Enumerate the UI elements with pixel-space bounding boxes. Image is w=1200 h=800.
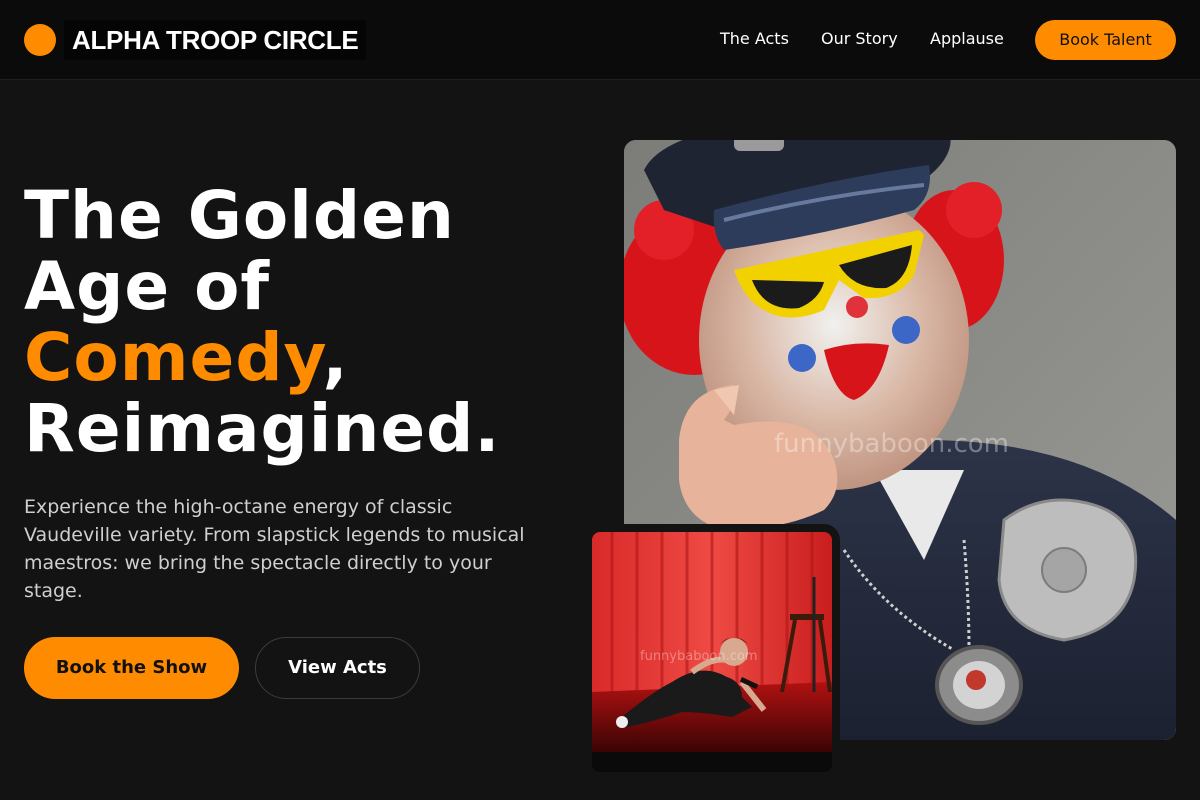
nav-link-applause[interactable]: Applause [930,28,1004,50]
nav-link-our-story[interactable]: Our Story [821,28,898,50]
hero-inset-photo: funnybaboon.com [592,532,832,772]
headline-accent-word: Comedy [24,319,323,396]
view-acts-button[interactable]: View Acts [255,637,420,699]
brand-name[interactable]: ALPHA TROOP CIRCLE [64,20,367,60]
headline-line-2: Age of [24,248,271,325]
book-the-show-button[interactable]: Book the Show [24,637,239,699]
main-photo-watermark: funnybaboon.com [774,429,1009,459]
stage-comedian-image: funnybaboon.com [592,532,832,772]
hero-description: Experience the high-octane energy of cla… [24,496,525,602]
headline-line-4: Reimagined. [24,390,501,467]
headline-comma: , [322,319,349,396]
nav-link-the-acts[interactable]: The Acts [720,28,789,50]
circle-logo-icon[interactable] [24,24,56,56]
top-navbar: ALPHA TROOP CIRCLE The Acts Our Story Ap… [0,0,1200,80]
hero-headline: The Golden Age of Comedy, Reimagined. [24,180,584,464]
inset-photo-watermark: funnybaboon.com [640,649,758,664]
headline-line-1: The Golden [24,177,455,254]
book-talent-button[interactable]: Book Talent [1035,20,1176,60]
